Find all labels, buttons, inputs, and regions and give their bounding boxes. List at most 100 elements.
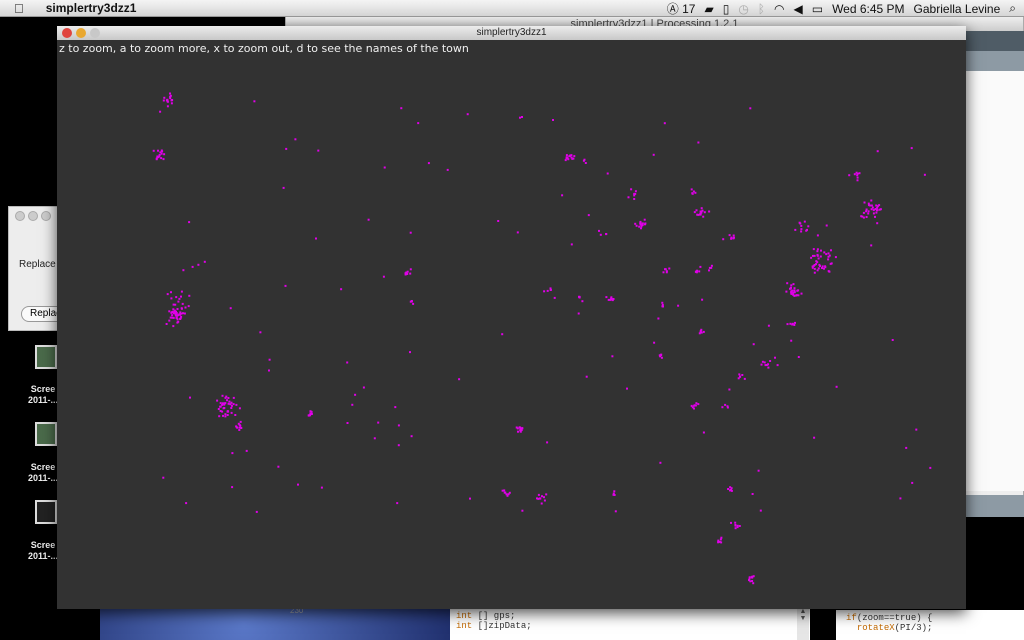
town-dot <box>611 299 614 302</box>
town-dot <box>458 378 461 381</box>
town-dot <box>639 220 642 223</box>
town-dot <box>614 510 617 513</box>
town-dot <box>719 538 722 541</box>
town-dot <box>790 284 793 287</box>
bluetooth-icon[interactable]: ᛒ <box>758 2 765 16</box>
battery-icon[interactable]: ▭ <box>812 2 823 16</box>
apple-icon[interactable]:  <box>14 1 24 16</box>
file-icon[interactable] <box>35 345 57 369</box>
town-dot <box>708 269 710 272</box>
town-dot <box>239 424 242 427</box>
town-dot <box>728 388 731 391</box>
town-dot <box>310 413 313 415</box>
town-dot <box>769 360 772 362</box>
town-dot <box>166 100 169 103</box>
town-dot <box>786 323 789 326</box>
town-dot <box>410 435 413 438</box>
editor-tabs <box>966 51 1024 71</box>
town-dot <box>752 582 755 585</box>
app-menu[interactable]: simplertry3dzz1 <box>46 1 137 15</box>
town-dot <box>245 449 248 452</box>
town-dot <box>626 387 628 390</box>
town-dot <box>827 252 830 255</box>
town-dot <box>878 204 881 207</box>
town-dot <box>182 312 184 315</box>
town-dot <box>810 256 813 259</box>
town-dot <box>929 466 932 469</box>
town-dot <box>785 290 788 293</box>
town-dot <box>638 225 641 228</box>
town-dot <box>521 509 524 512</box>
town-dot <box>703 211 706 214</box>
town-dot <box>856 172 859 175</box>
town-dot <box>240 427 243 429</box>
zoom-icon[interactable] <box>41 211 51 221</box>
town-dot <box>697 141 700 144</box>
town-dot <box>693 404 696 407</box>
town-dot <box>633 198 636 200</box>
town-dot <box>163 96 166 99</box>
town-dot <box>582 159 585 162</box>
town-dot <box>189 396 191 399</box>
town-dot <box>397 424 400 427</box>
town-dot <box>644 223 646 226</box>
town-dot <box>184 306 187 309</box>
town-dot <box>553 296 556 299</box>
editor-status <box>966 495 1024 517</box>
town-dot <box>181 302 184 305</box>
town-dot <box>862 211 865 214</box>
town-dot <box>173 309 176 312</box>
town-dot <box>605 296 608 299</box>
town-dot <box>567 158 570 161</box>
town-dot <box>163 153 166 156</box>
town-dot <box>354 393 357 396</box>
town-dot <box>253 100 256 103</box>
document-icon[interactable]: ▯ <box>723 2 730 16</box>
town-dot <box>641 224 644 227</box>
town-dot <box>827 270 830 273</box>
town-dot <box>166 98 169 101</box>
minimize-icon[interactable] <box>28 211 38 221</box>
close-icon[interactable] <box>15 211 25 221</box>
town-dot <box>870 204 873 207</box>
time-machine-icon[interactable]: ◷ <box>738 2 748 16</box>
town-dot <box>157 149 159 152</box>
town-dot <box>506 494 509 497</box>
spotlight-search-icon[interactable]: ⌕ <box>1009 1 1016 16</box>
file-icon[interactable] <box>35 500 57 524</box>
town-dot <box>800 224 803 227</box>
code-editor[interactable]: int [] gps; int []zipData; <box>450 608 810 640</box>
town-dot <box>396 502 399 505</box>
town-dot <box>519 116 521 119</box>
town-dot <box>171 316 174 319</box>
town-dot <box>803 220 806 223</box>
file-icon[interactable] <box>35 422 57 446</box>
town-dot <box>188 221 191 224</box>
town-dot <box>828 254 831 257</box>
town-dot <box>307 414 310 417</box>
town-dot <box>700 210 703 213</box>
user-name[interactable]: Gabriella Levine <box>914 2 1001 16</box>
volume-icon[interactable]: ◀ <box>793 2 802 16</box>
town-dot <box>708 210 711 213</box>
town-dot <box>549 288 552 291</box>
scrollbar[interactable]: ▲ ▼ <box>797 608 809 640</box>
town-dot <box>177 320 180 323</box>
wifi-icon[interactable]: ◠ <box>774 2 784 16</box>
town-dot <box>397 444 400 447</box>
truck-icon[interactable]: ▰ <box>704 2 713 16</box>
town-dot <box>794 228 797 231</box>
town-dot <box>173 311 176 314</box>
code-editor-2[interactable]: if(zoom==true) { rotateX(PI/3); <box>836 610 1024 640</box>
town-dot <box>297 483 299 486</box>
town-dot <box>259 331 262 334</box>
town-dot <box>697 403 700 406</box>
sketch-window[interactable]: simplertry3dzz1 z to zoom, a to zoom mor… <box>57 26 966 609</box>
town-dot <box>217 408 220 410</box>
town-dot <box>861 215 864 218</box>
town-dot <box>172 325 175 328</box>
adobe-icon[interactable]: Ⓐ 17 <box>667 0 696 17</box>
clock[interactable]: Wed 6:45 PM <box>832 2 904 16</box>
town-map-canvas[interactable] <box>57 26 966 609</box>
town-dot <box>790 339 793 342</box>
